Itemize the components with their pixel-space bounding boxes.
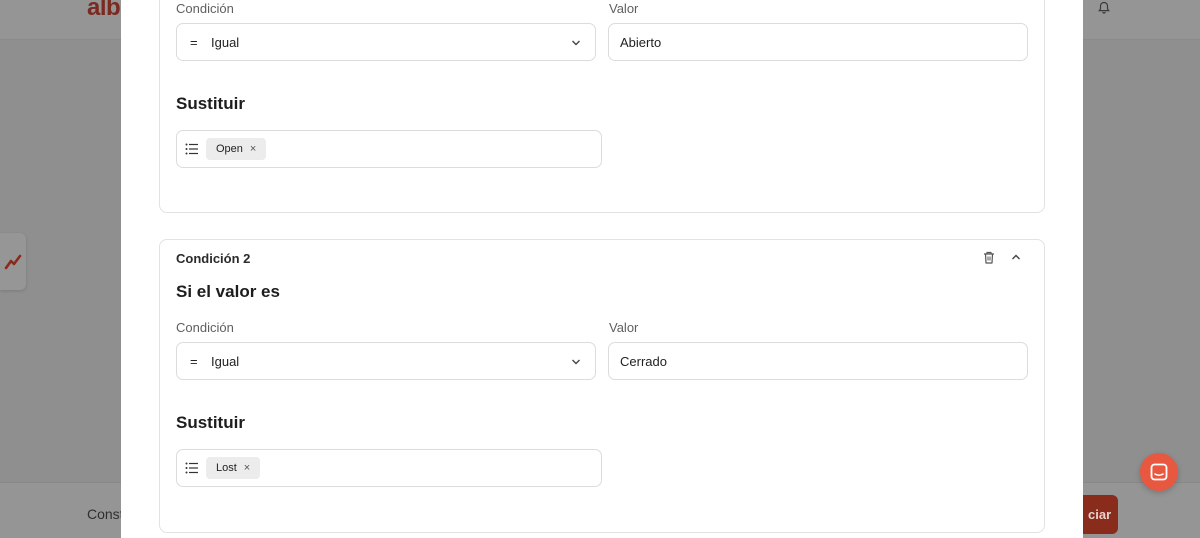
bell-icon[interactable] xyxy=(1097,1,1111,15)
value-input-text: Abierto xyxy=(620,35,662,50)
tag-label: Open xyxy=(216,143,243,155)
operator-symbol: = xyxy=(190,354,198,369)
condition-label: Condición xyxy=(176,1,234,16)
replace-tags-input[interactable]: Open × xyxy=(176,130,602,168)
operator-label: Igual xyxy=(211,354,240,369)
replace-tags-input[interactable]: Lost × xyxy=(176,449,602,487)
list-icon xyxy=(185,143,198,155)
condition-title: Condición 2 xyxy=(176,251,251,266)
replace-title: Sustituir xyxy=(176,94,245,113)
operator-symbol: = xyxy=(190,35,198,50)
footer-primary-button-label: ciar xyxy=(1088,507,1112,522)
list-icon xyxy=(185,462,198,474)
chevron-up-icon[interactable] xyxy=(1011,253,1021,261)
value-label: Valor xyxy=(609,1,639,16)
chat-icon xyxy=(1150,463,1168,481)
analytics-icon xyxy=(4,254,22,270)
condition-select[interactable]: = Igual xyxy=(176,23,596,61)
value-input[interactable]: Abierto xyxy=(608,23,1028,61)
tag-chip: Open × xyxy=(206,138,267,160)
condition-label: Condición xyxy=(176,320,234,335)
mapping-modal: Condición Valor = Igual Abierto Sustitui… xyxy=(121,0,1083,538)
footer-text: Const xyxy=(87,506,124,522)
value-input-text: Cerrado xyxy=(620,354,667,369)
if-value-title: Si el valor es xyxy=(176,282,280,301)
operator-label: Igual xyxy=(211,35,240,50)
app-logo: alb xyxy=(87,0,121,21)
tag-chip: Lost × xyxy=(206,457,261,479)
close-icon[interactable]: × xyxy=(244,462,250,474)
side-tab[interactable] xyxy=(0,233,26,290)
condition-card-1: Condición Valor = Igual Abierto Sustitui… xyxy=(159,0,1045,213)
value-label: Valor xyxy=(609,320,639,335)
close-icon[interactable]: × xyxy=(250,143,256,155)
condition-select[interactable]: = Igual xyxy=(176,342,596,380)
value-input[interactable]: Cerrado xyxy=(608,342,1028,380)
chat-launcher-button[interactable] xyxy=(1140,453,1178,491)
chevron-down-icon xyxy=(572,359,580,365)
chevron-down-icon xyxy=(572,40,580,46)
trash-icon[interactable] xyxy=(983,251,995,264)
condition-card-2: Condición 2 Si el valor es Condición Val… xyxy=(159,239,1045,533)
tag-label: Lost xyxy=(216,462,237,474)
replace-title: Sustituir xyxy=(176,413,245,432)
